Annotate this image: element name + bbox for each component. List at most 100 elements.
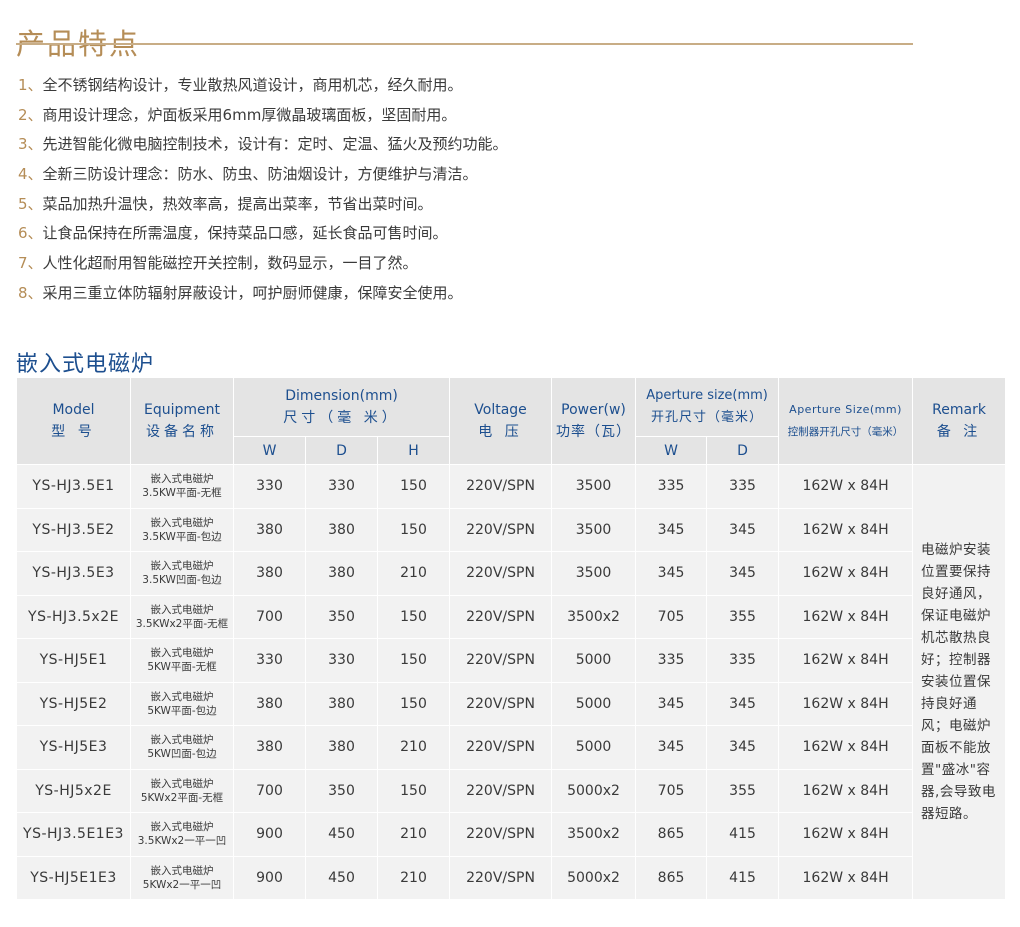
cell-ap-w: 345	[635, 507, 708, 552]
cell-ctrl: 162W x 84H	[778, 638, 914, 683]
cell-power: 3500	[551, 507, 637, 552]
cell-power: 3500	[551, 464, 637, 509]
cell-model: YS-HJ5E3	[16, 725, 131, 770]
cell-voltage: 220V/SPN	[449, 855, 553, 900]
cell-h: 150	[376, 464, 451, 509]
cell-ap-d: 415	[706, 855, 780, 900]
cell-ctrl: 162W x 84H	[778, 681, 914, 726]
cell-voltage: 220V/SPN	[449, 638, 553, 683]
cell-ap-d: 345	[706, 725, 780, 770]
cell-equipment: 嵌入式电磁炉 3.5KW平面-无框	[130, 464, 234, 509]
cell-power: 5000x2	[551, 855, 637, 900]
title-divider	[16, 43, 913, 45]
cell-model: YS-HJ5E2	[16, 681, 131, 726]
cell-voltage: 220V/SPN	[449, 551, 553, 596]
cell-model: YS-HJ5x2E	[16, 768, 131, 813]
cell-equipment: 嵌入式电磁炉 3.5KWx2平面-无框	[130, 594, 234, 639]
cell-equipment: 嵌入式电磁炉 5KW平面-无框	[130, 638, 234, 683]
cell-equipment: 嵌入式电磁炉 3.5KW凹面-包边	[130, 551, 234, 596]
cell-d: 450	[305, 812, 378, 857]
features-list: 1、全不锈钢结构设计，专业散热风道设计，商用机芯，经久耐用。 2、商用设计理念，…	[18, 71, 508, 309]
cell-h: 150	[376, 638, 451, 683]
table-row: YS-HJ5E1E3 嵌入式电磁炉 5KWx2一平一凹 900 450 210 2…	[16, 855, 1006, 900]
cell-ctrl: 162W x 84H	[778, 551, 914, 596]
table-row: YS-HJ5E2 嵌入式电磁炉 5KW平面-包边 380 380 150 220V…	[16, 681, 1006, 726]
feature-item: 1、全不锈钢结构设计，专业散热风道设计，商用机芯，经久耐用。	[18, 76, 463, 94]
cell-h: 150	[376, 768, 451, 813]
cell-w: 900	[233, 812, 306, 857]
cell-equipment: 嵌入式电磁炉 5KW凹面-包边	[130, 725, 234, 770]
cell-ctrl: 162W x 84H	[778, 768, 914, 813]
header-dim-h: H	[376, 436, 451, 465]
header-model: Model 型 号	[16, 377, 131, 465]
cell-ctrl: 162W x 84H	[778, 725, 914, 770]
cell-ap-w: 345	[635, 725, 708, 770]
cell-ap-d: 345	[706, 551, 780, 596]
table-row: YS-HJ3.5E1 嵌入式电磁炉 3.5KW平面-无框 330 330 150 …	[16, 464, 1007, 900]
spec-table: Model 型 号 Equipment 设备名称 Dimension(mm) 尺寸（毫…	[16, 377, 1007, 900]
cell-ap-w: 345	[635, 551, 708, 596]
cell-d: 330	[305, 464, 378, 509]
header-aperture: Aperture size(mm) 开孔尺寸（毫米）	[635, 377, 780, 437]
cell-voltage: 220V/SPN	[449, 812, 553, 857]
cell-model: YS-HJ3.5E3	[16, 551, 131, 596]
cell-power: 5000	[551, 638, 637, 683]
header-power: Power(w) 功率（瓦）	[551, 377, 637, 465]
header-dimension: Dimension(mm) 尺寸（毫 米）	[232, 377, 451, 437]
table-row: YS-HJ5E1 嵌入式电磁炉 5KW平面-无框 330 330 150 220V…	[16, 638, 1006, 683]
cell-ap-w: 335	[635, 464, 708, 509]
cell-remark: 电磁炉安装位置要保持良好通风，保证电磁炉机芯散热良好；控制器安装位置保持良好通风…	[912, 464, 1007, 900]
cell-w: 900	[233, 855, 306, 900]
header-ap-d: D	[706, 436, 780, 465]
cell-voltage: 220V/SPN	[449, 681, 553, 726]
cell-w: 380	[233, 725, 306, 770]
table-row: YS-HJ3.5E2 嵌入式电磁炉 3.5KW平面-包边 380 380 150 …	[16, 507, 1006, 552]
cell-equipment: 嵌入式电磁炉 5KW平面-包边	[130, 681, 234, 726]
cell-h: 210	[376, 812, 451, 857]
cell-ap-d: 345	[706, 681, 780, 726]
feature-item: 3、先进智能化微电脑控制技术，设计有：定时、定温、猛火及预约功能。	[18, 135, 508, 154]
table-row: YS-HJ3.5E3 嵌入式电磁炉 3.5KW凹面-包边 380 380 210 …	[16, 551, 1006, 596]
cell-w: 380	[233, 681, 306, 726]
cell-h: 150	[376, 681, 451, 726]
cell-ap-w: 335	[635, 638, 708, 683]
cell-ap-w: 705	[635, 768, 708, 813]
cell-power: 3500	[551, 551, 637, 596]
cell-equipment: 嵌入式电磁炉 3.5KWx2一平一凹	[130, 812, 234, 857]
cell-ap-w: 705	[635, 594, 708, 639]
feature-item: 5、菜品加热升温快，热效率高，提高出菜率，节省出菜时间。	[18, 194, 433, 213]
cell-h: 210	[376, 855, 451, 900]
cell-power: 3500x2	[551, 812, 637, 857]
cell-ctrl: 162W x 84H	[778, 594, 914, 639]
cell-ap-d: 355	[706, 594, 780, 639]
cell-d: 350	[305, 768, 378, 813]
cell-h: 210	[376, 551, 451, 596]
cell-ctrl: 162W x 84H	[778, 812, 914, 857]
cell-ctrl: 162W x 84H	[778, 507, 914, 552]
table-row: YS-HJ3.5E1E3 嵌入式电磁炉 3.5KWx2一平一凹 900 450 2…	[16, 812, 1006, 857]
cell-ap-d: 355	[706, 768, 780, 813]
cell-ap-d: 335	[706, 638, 780, 683]
table-title: 嵌入式电磁炉	[16, 352, 155, 378]
cell-equipment: 嵌入式电磁炉 5KWx2一平一凹	[130, 855, 234, 900]
table-row: YS-HJ5x2E 嵌入式电磁炉 5KWx2平面-无框 700 350 150 2…	[16, 768, 1006, 813]
cell-power: 5000x2	[551, 768, 637, 813]
feature-item: 8、采用三重立体防辐射屏蔽设计，呵护厨师健康，保障安全使用。	[18, 283, 463, 302]
cell-model: YS-HJ3.5E2	[16, 507, 131, 552]
feature-item: 6、让食品保持在所需温度，保持菜品口感，延长食品可售时间。	[18, 224, 448, 243]
cell-ctrl: 162W x 84H	[778, 464, 914, 509]
cell-h: 210	[376, 725, 451, 770]
cell-w: 330	[233, 638, 306, 683]
cell-d: 350	[305, 594, 378, 639]
cell-ap-w: 865	[635, 855, 708, 900]
table-row: YS-HJ3.5x2E 嵌入式电磁炉 3.5KWx2平面-无框 700 350 1…	[16, 594, 1006, 639]
cell-model: YS-HJ3.5E1E3	[16, 812, 131, 857]
header-dim-w: W	[233, 436, 306, 465]
cell-ctrl: 162W x 84H	[778, 855, 914, 900]
cell-w: 330	[233, 464, 306, 509]
cell-w: 380	[233, 507, 306, 552]
cell-d: 380	[305, 725, 378, 770]
cell-ap-d: 345	[706, 507, 780, 552]
cell-model: YS-HJ5E1	[16, 638, 131, 683]
cell-ap-w: 345	[635, 681, 708, 726]
